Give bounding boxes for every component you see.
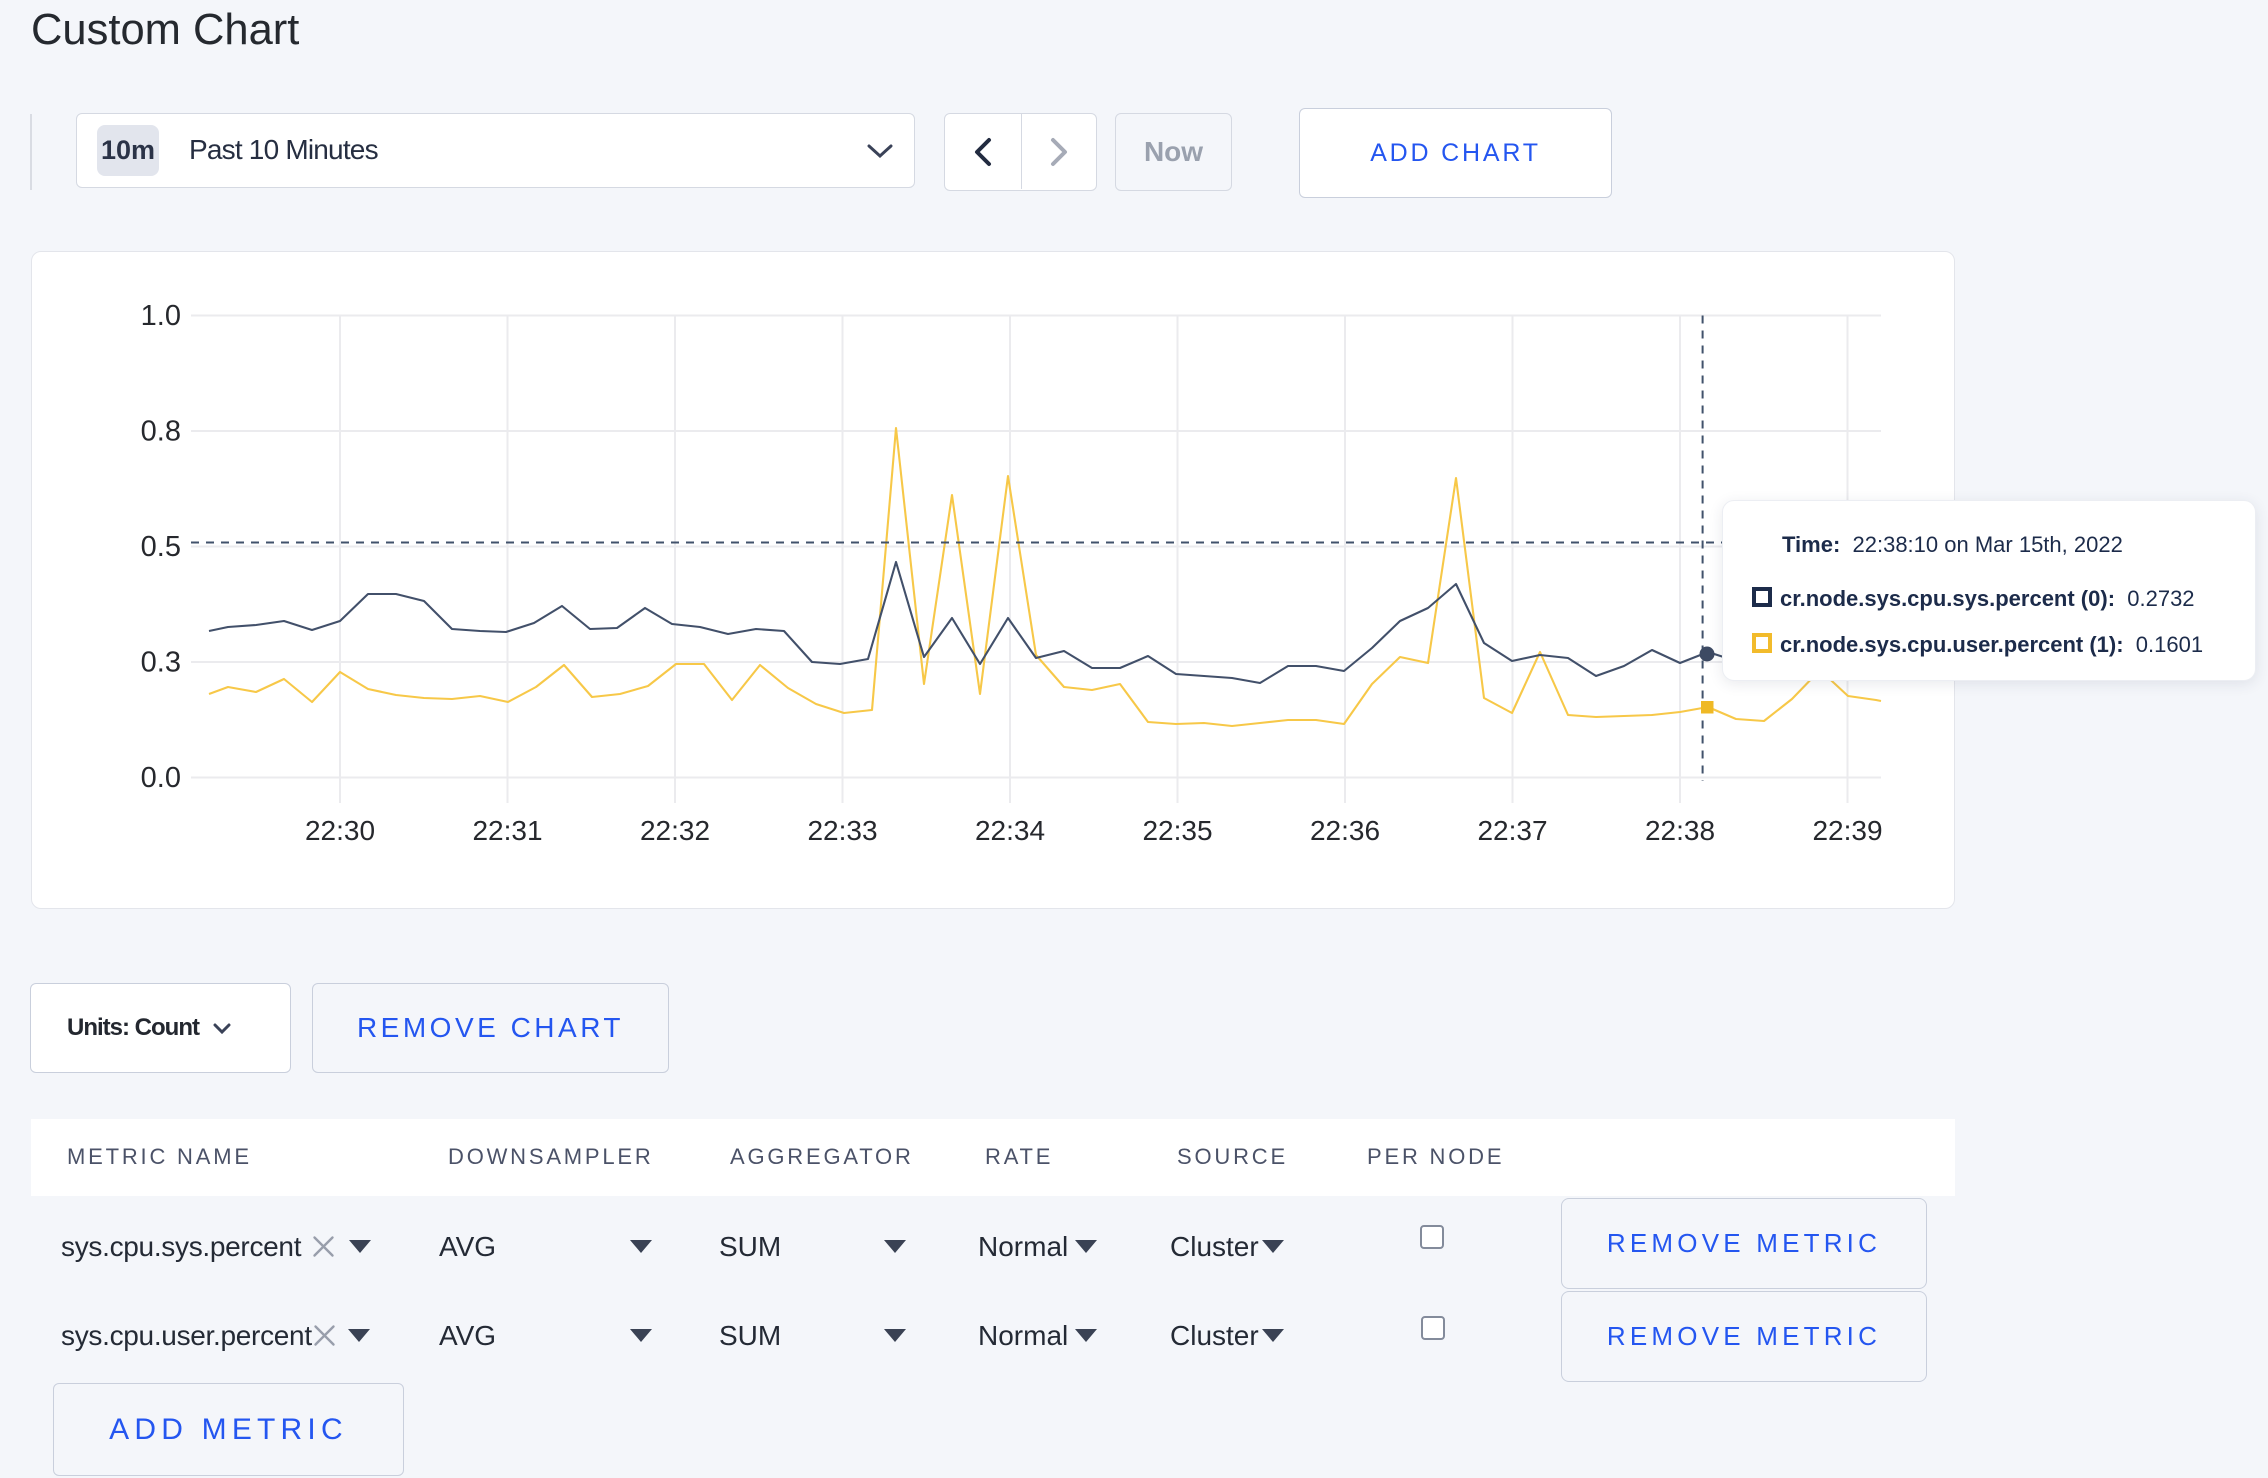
svg-text:22:34: 22:34 xyxy=(975,815,1045,846)
svg-text:0.3: 0.3 xyxy=(141,647,181,679)
svg-text:22:37: 22:37 xyxy=(1477,815,1547,846)
svg-text:0.8: 0.8 xyxy=(141,416,181,448)
svg-text:22:32: 22:32 xyxy=(640,815,710,846)
svg-text:22:30: 22:30 xyxy=(305,815,375,846)
svg-text:0.0: 0.0 xyxy=(141,762,181,794)
svg-text:22:33: 22:33 xyxy=(807,815,877,846)
svg-text:22:31: 22:31 xyxy=(472,815,542,846)
svg-text:0.5: 0.5 xyxy=(141,531,181,563)
svg-text:22:39: 22:39 xyxy=(1812,815,1882,846)
svg-text:22:36: 22:36 xyxy=(1310,815,1380,846)
svg-text:22:35: 22:35 xyxy=(1142,815,1212,846)
svg-text:22:38: 22:38 xyxy=(1645,815,1715,846)
svg-text:1.0: 1.0 xyxy=(141,300,181,332)
